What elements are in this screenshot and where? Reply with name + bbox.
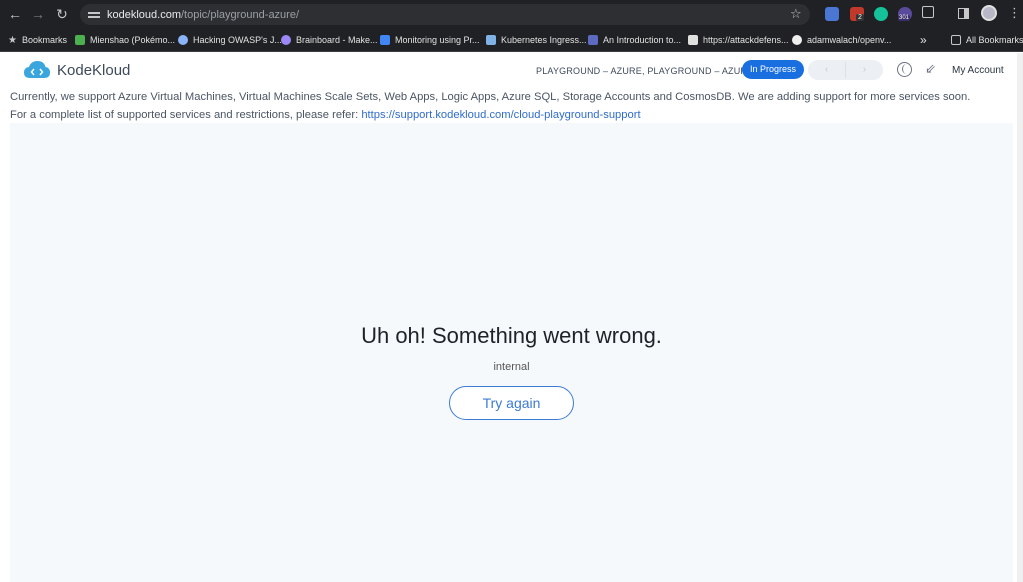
bookmark-item[interactable]: adamwalach/openv... <box>792 29 891 51</box>
bookmark-item[interactable]: https://attackdefens... <box>688 29 789 51</box>
sidebar-icon[interactable] <box>958 8 969 19</box>
site-header: KodeKloud PLAYGROUND – AZURE, PLAYGROUND… <box>0 53 1023 87</box>
previous-lesson-button[interactable]: ‹ <box>808 60 845 80</box>
more-bookmarks-button[interactable]: » <box>920 29 927 51</box>
bookmarks-bar: ★ Bookmarks Mienshao (Pokémo... Hacking O… <box>0 29 1023 52</box>
pokemon-icon <box>75 35 85 45</box>
notice-line: For a complete list of supported service… <box>10 109 641 121</box>
menu-icon[interactable]: ⋮ <box>1008 5 1021 21</box>
cloud-logo-icon <box>24 61 50 78</box>
site-info-icon[interactable] <box>88 10 100 20</box>
star-icon: ★ <box>8 35 17 46</box>
url-host: kodekloud.com <box>107 8 181 21</box>
scrollbar[interactable] <box>1017 53 1023 582</box>
my-account-link[interactable]: My Account <box>952 65 1004 76</box>
brainboard-icon <box>281 35 291 45</box>
logo[interactable]: KodeKloud <box>23 60 130 80</box>
translate-extension-icon[interactable] <box>825 7 839 21</box>
bookmark-item[interactable]: An Introduction to... <box>588 29 681 51</box>
puzzle-icon[interactable] <box>922 6 934 18</box>
attackdefense-icon <box>688 35 698 45</box>
profile-avatar[interactable] <box>981 5 997 21</box>
extension-badge: 2 <box>856 14 864 21</box>
article-icon <box>588 35 598 45</box>
support-notice: Currently, we support Azure Virtual Mach… <box>10 88 1010 124</box>
bookmark-item[interactable]: Brainboard - Make... <box>281 29 378 51</box>
status-badge: In Progress <box>742 60 805 79</box>
playground-panel: Uh oh! Something went wrong. internal Tr… <box>10 123 1013 582</box>
support-link[interactable]: https://support.kodekloud.com/cloud-play… <box>361 109 640 121</box>
address-bar[interactable]: kodekloud.com/topic/playground-azure/ <box>80 4 810 25</box>
try-again-button[interactable]: Try again <box>449 386 574 420</box>
bookmark-item[interactable]: ★ Bookmarks <box>8 29 67 51</box>
dark-mode-toggle-icon[interactable] <box>897 62 912 77</box>
collapse-icon[interactable]: ⇙ <box>925 61 936 77</box>
error-title: Uh oh! Something went wrong. <box>361 323 662 348</box>
bookmark-item[interactable]: Monitoring using Pr... <box>380 29 480 51</box>
url-path: /topic/playground-azure/ <box>181 8 300 21</box>
lesson-pager: ‹ › <box>808 60 883 80</box>
next-lesson-button[interactable]: › <box>846 60 883 80</box>
page: KodeKloud PLAYGROUND – AZURE, PLAYGROUND… <box>0 53 1023 582</box>
reload-icon[interactable]: ↻ <box>51 3 73 25</box>
notice-line: Currently, we support Azure Virtual Mach… <box>10 91 971 103</box>
all-bookmarks-button[interactable]: All Bookmarks <box>951 29 1023 51</box>
logo-text: KodeKloud <box>57 61 131 79</box>
back-icon[interactable]: ← <box>4 3 26 25</box>
browser-toolbar: ← → ↻ kodekloud.com/topic/playground-azu… <box>0 0 1023 29</box>
forward-icon[interactable]: → <box>27 3 49 25</box>
github-icon <box>792 35 802 45</box>
breadcrumb: PLAYGROUND – AZURE, PLAYGROUND – AZURE <box>536 66 754 76</box>
folder-icon <box>951 35 961 45</box>
bookmark-star-icon[interactable]: ☆ <box>790 6 802 22</box>
bookmark-item[interactable]: Mienshao (Pokémo... <box>75 29 175 51</box>
error-detail: internal <box>493 361 530 373</box>
extension-badge: 301 <box>898 15 911 21</box>
bookmark-item[interactable]: Hacking OWASP's J... <box>178 29 282 51</box>
kubernetes-icon <box>486 35 496 45</box>
wordpress-icon <box>178 35 188 45</box>
monitoring-icon <box>380 35 390 45</box>
bookmark-item[interactable]: Kubernetes Ingress... <box>486 29 587 51</box>
grammarly-extension-icon[interactable] <box>874 7 888 21</box>
